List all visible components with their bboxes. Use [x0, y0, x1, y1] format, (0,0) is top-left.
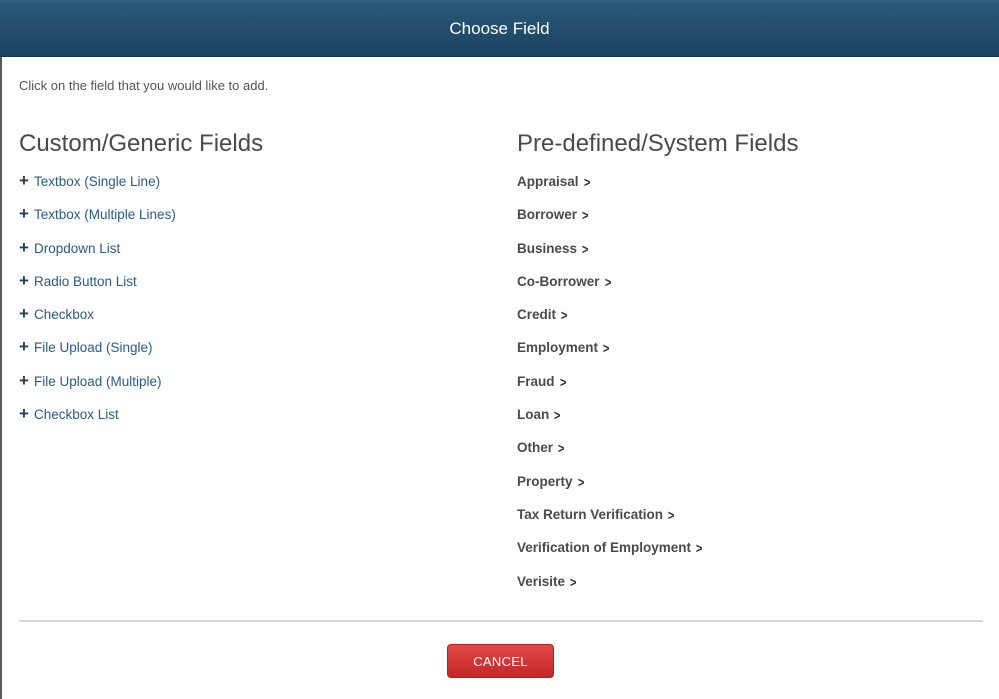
custom-field-label[interactable]: Checkbox — [34, 305, 94, 325]
system-field-label[interactable]: Verisite — [517, 572, 565, 592]
chevron-right-icon: > — [583, 174, 590, 190]
plus-icon: + — [19, 404, 29, 424]
plus-icon: + — [19, 270, 29, 290]
system-field-item-business[interactable]: Business > — [517, 239, 703, 272]
custom-field-label[interactable]: Textbox (Single Line) — [34, 172, 160, 192]
system-field-item-tax-return-verification[interactable]: Tax Return Verification > — [517, 505, 703, 538]
chevron-right-icon: > — [554, 407, 561, 424]
chevron-right-icon: > — [604, 273, 611, 290]
custom-field-item-textbox-multiple[interactable]: + Textbox (Multiple Lines) — [19, 205, 176, 238]
chevron-right-icon: > — [667, 506, 675, 523]
custom-field-label[interactable]: Textbox (Multiple Lines) — [34, 205, 176, 225]
dialog-title: Choose Field — [449, 19, 550, 38]
system-field-label[interactable]: Employment — [517, 338, 598, 358]
chevron-right-icon: > — [577, 473, 584, 490]
instruction-text: Click on the field that you would like t… — [19, 78, 269, 93]
chevron-right-icon: > — [559, 373, 566, 390]
custom-field-label[interactable]: Checkbox List — [34, 405, 119, 425]
custom-field-item-textbox-single[interactable]: + Textbox (Single Line) — [19, 172, 176, 205]
plus-icon: + — [19, 204, 29, 224]
custom-field-label[interactable]: Dropdown List — [34, 239, 120, 259]
system-field-label[interactable]: Other — [517, 438, 553, 458]
custom-field-label[interactable]: Radio Button List — [34, 272, 137, 292]
custom-field-label[interactable]: File Upload (Multiple) — [34, 372, 162, 392]
system-field-item-other[interactable]: Other > — [517, 438, 703, 471]
system-field-label[interactable]: Property — [517, 472, 573, 492]
chevron-right-icon: > — [560, 307, 568, 324]
custom-fields-list: + Textbox (Single Line) + Textbox (Multi… — [19, 172, 176, 438]
system-field-item-employment[interactable]: Employment > — [517, 338, 703, 371]
plus-icon: + — [19, 337, 29, 357]
system-field-label[interactable]: Business — [517, 239, 577, 259]
system-fields-list: Appraisal > Borrower > Business > Co-Bor… — [517, 172, 703, 605]
custom-field-item-dropdown[interactable]: + Dropdown List — [19, 237, 176, 272]
system-field-item-verisite[interactable]: Verisite > — [517, 572, 703, 605]
chevron-right-icon: > — [581, 207, 589, 224]
plus-icon: + — [19, 304, 29, 324]
system-field-item-credit[interactable]: Credit > — [517, 305, 703, 338]
system-field-label[interactable]: Co-Borrower — [517, 272, 600, 292]
window-edge — [0, 57, 2, 699]
cancel-button[interactable]: CANCEL — [447, 644, 554, 678]
custom-field-item-radio-list[interactable]: + Radio Button List — [19, 270, 176, 305]
system-field-label[interactable]: Tax Return Verification — [517, 505, 663, 525]
system-field-item-appraisal[interactable]: Appraisal > — [517, 172, 703, 205]
system-field-label[interactable]: Loan — [517, 405, 549, 425]
custom-field-item-file-upload-single[interactable]: + File Upload (Single) — [19, 338, 176, 371]
system-field-label[interactable]: Borrower — [517, 205, 577, 225]
system-field-label[interactable]: Credit — [517, 305, 556, 325]
choose-field-dialog: Choose Field Click on the field that you… — [0, 0, 999, 699]
custom-fields-heading: Custom/Generic Fields — [19, 130, 264, 157]
system-field-item-verification-of-employment[interactable]: Verification of Employment > — [517, 538, 703, 571]
plus-icon: + — [19, 171, 29, 190]
system-field-item-property[interactable]: Property > — [517, 472, 703, 505]
system-field-item-borrower[interactable]: Borrower > — [517, 205, 703, 238]
system-field-label[interactable]: Appraisal — [517, 172, 579, 192]
chevron-right-icon: > — [581, 240, 589, 257]
custom-field-label[interactable]: File Upload (Single) — [34, 338, 153, 358]
chevron-right-icon: > — [695, 540, 703, 557]
custom-field-item-checkbox[interactable]: + Checkbox — [19, 305, 176, 338]
system-field-item-co-borrower[interactable]: Co-Borrower > — [517, 272, 703, 305]
custom-field-item-file-upload-multiple[interactable]: + File Upload (Multiple) — [19, 370, 176, 405]
system-field-label[interactable]: Fraud — [517, 372, 555, 392]
custom-field-item-checkbox-list[interactable]: + Checkbox List — [19, 405, 176, 438]
dialog-header: Choose Field — [0, 0, 999, 57]
plus-icon: + — [19, 237, 29, 257]
chevron-right-icon: > — [569, 573, 577, 590]
system-field-label[interactable]: Verification of Employment — [517, 538, 691, 558]
system-fields-heading: Pre-defined/System Fields — [517, 130, 799, 157]
system-field-item-loan[interactable]: Loan > — [517, 405, 703, 438]
footer-divider — [19, 620, 983, 622]
system-field-item-fraud[interactable]: Fraud > — [517, 372, 703, 405]
chevron-right-icon: > — [557, 440, 565, 457]
chevron-right-icon: > — [602, 340, 610, 357]
plus-icon: + — [19, 370, 29, 390]
